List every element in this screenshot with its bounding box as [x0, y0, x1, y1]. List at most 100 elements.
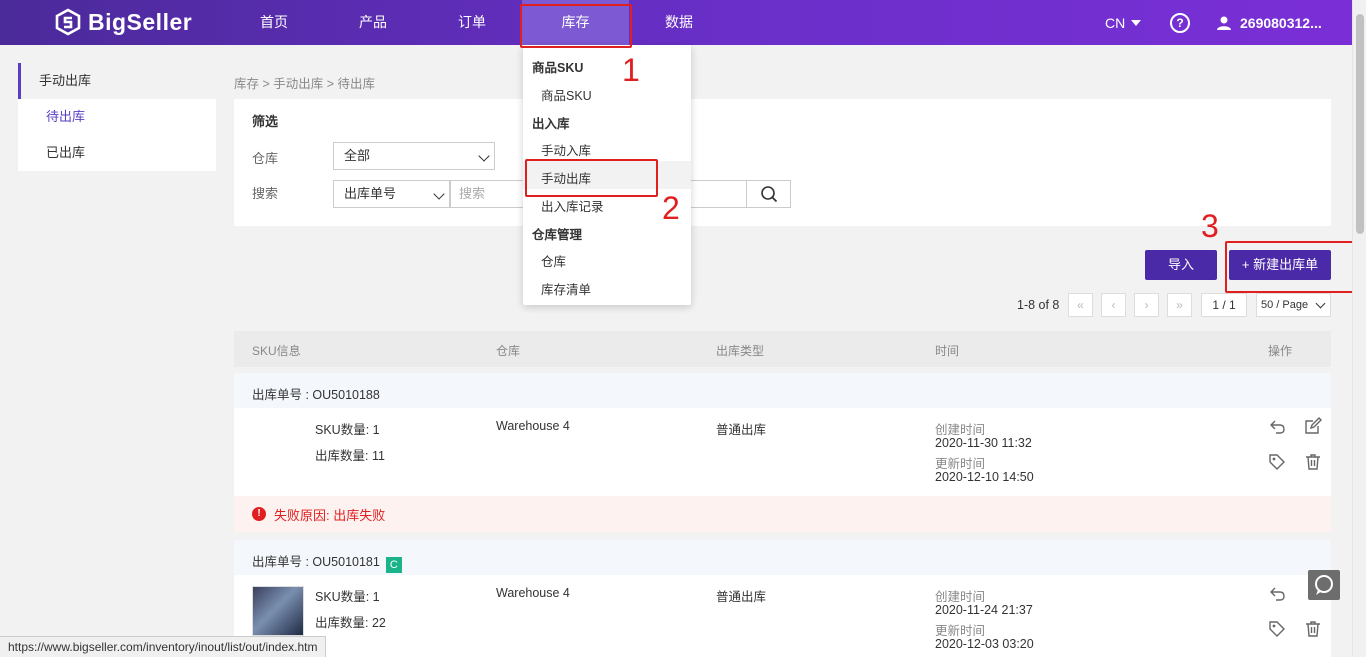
username: 269080312...	[1240, 14, 1322, 31]
product-thumbnail[interactable]	[252, 586, 304, 636]
sidebar: 手动出库 待出库 已出库	[18, 63, 216, 171]
page-size-select[interactable]: 50 / Page	[1256, 293, 1331, 317]
search-placeholder: 搜索	[459, 186, 486, 201]
chevron-down-icon	[433, 188, 445, 200]
return-icon[interactable]	[1267, 584, 1287, 604]
menu-item-product-sku[interactable]: 商品SKU	[541, 85, 592, 104]
order-header: 出库单号 : OU5010188	[234, 373, 1331, 408]
nav-data[interactable]: 数据	[645, 0, 713, 45]
nav-home[interactable]: 首页	[240, 0, 308, 45]
outbound-quantity: 出库数量: 22	[315, 616, 386, 630]
warehouse-select[interactable]: 全部	[333, 142, 495, 170]
sidebar-header[interactable]: 手动出库	[18, 63, 216, 99]
menu-group-inout: 出入库	[532, 117, 570, 131]
order-number-wrap: 出库单号 : OU5010181 C	[252, 551, 402, 573]
nav-orders[interactable]: 订单	[438, 0, 506, 45]
browser-status-url: https://www.bigseller.com/inventory/inou…	[0, 636, 327, 657]
search-label: 搜索	[252, 186, 279, 201]
annotation-box-1	[520, 4, 632, 48]
table-row: SKU数量: 1 出库数量: 11 Warehouse 4 普通出库 创建时间 …	[234, 408, 1331, 496]
column-sku-info: SKU信息	[252, 344, 301, 358]
table-row: SKU数量: 1 出库数量: 22 Warehouse 4 普通出库 创建时间 …	[234, 575, 1331, 657]
help-icon: ?	[1170, 12, 1190, 33]
warehouse-name: Warehouse 4	[496, 586, 570, 600]
user-icon	[1217, 16, 1231, 30]
logo-icon	[55, 8, 81, 36]
outbound-quantity: 出库数量: 11	[315, 449, 385, 463]
warehouse-select-value: 全部	[344, 148, 371, 163]
first-page-button[interactable]: «	[1068, 293, 1093, 317]
chat-icon	[1315, 575, 1333, 595]
prev-page-button[interactable]: ‹	[1101, 293, 1126, 317]
sku-quantity: SKU数量: 1	[315, 590, 380, 604]
pagination-range: 1-8 of 8	[1017, 298, 1060, 312]
order-number: 出库单号 : OU5010181	[252, 555, 380, 569]
annotation-box-2	[525, 159, 658, 197]
chevron-down-icon	[478, 150, 490, 162]
annotation-box-3	[1225, 241, 1356, 293]
failure-reason: 失败原因: 出库失败	[274, 508, 386, 523]
table-header: SKU信息 仓库 出库类型 时间 操作	[234, 331, 1331, 367]
outbound-type: 普通出库	[716, 590, 767, 604]
created-time: 2020-11-30 11:32	[935, 436, 1032, 450]
column-actions: 操作	[1268, 344, 1293, 358]
search-button[interactable]	[746, 180, 791, 208]
warehouse-name: Warehouse 4	[496, 419, 570, 433]
menu-item-warehouse[interactable]: 仓库	[541, 251, 566, 270]
scrollbar-thumb[interactable]	[1356, 14, 1364, 234]
search-type-value: 出库单号	[344, 186, 397, 201]
language-label: CN	[1105, 14, 1126, 31]
outbound-type: 普通出库	[716, 423, 767, 437]
menu-item-manual-inbound[interactable]: 手动入库	[541, 140, 591, 159]
column-time: 时间	[935, 344, 960, 358]
page-input[interactable]: 1 / 1	[1201, 293, 1247, 317]
filter-title: 筛选	[252, 114, 279, 129]
edit-icon[interactable]	[1303, 416, 1323, 436]
menu-item-inventory-list[interactable]: 库存清单	[541, 279, 591, 298]
filter-panel: 筛选 仓库 全部 搜索 出库单号 搜索	[234, 99, 1331, 226]
nav-products[interactable]: 产品	[339, 0, 407, 45]
tag-icon[interactable]	[1267, 452, 1287, 472]
order-header: 出库单号 : OU5010181 C	[234, 540, 1331, 575]
sidebar-item-shipped[interactable]: 已出库	[18, 135, 216, 171]
help-button[interactable]: ?	[1170, 0, 1190, 45]
page-scrollbar[interactable]	[1352, 0, 1366, 657]
chevron-down-icon	[1315, 298, 1326, 309]
last-page-button[interactable]: »	[1167, 293, 1192, 317]
sku-quantity: SKU数量: 1	[315, 423, 380, 437]
menu-item-inout-records[interactable]: 出入库记录	[541, 196, 604, 215]
search-type-select[interactable]: 出库单号	[333, 180, 450, 208]
user-menu[interactable]: 269080312...	[1216, 0, 1322, 45]
return-icon[interactable]	[1267, 417, 1287, 437]
menu-group-warehouse-mgmt: 仓库管理	[532, 228, 583, 242]
status-badge: C	[385, 557, 402, 573]
failure-message: ! 失败原因: 出库失败	[234, 496, 1331, 532]
annotation-number-1: 1	[622, 52, 640, 88]
delete-icon[interactable]	[1303, 452, 1323, 472]
sidebar-item-pending[interactable]: 待出库	[18, 99, 216, 135]
next-page-button[interactable]: ›	[1134, 293, 1159, 317]
updated-time: 2020-12-03 03:20	[935, 637, 1034, 651]
error-icon: !	[252, 507, 266, 521]
breadcrumb: 库存 > 手动出库 > 待出库	[234, 77, 375, 91]
page-size-value: 50 / Page	[1261, 299, 1309, 311]
brand-name: BigSeller	[88, 8, 193, 35]
column-warehouse: 仓库	[496, 344, 521, 358]
created-time: 2020-11-24 21:37	[935, 603, 1033, 617]
warehouse-label: 仓库	[252, 151, 279, 166]
bigseller-logo[interactable]: BigSeller	[54, 8, 192, 36]
menu-group-sku: 商品SKU	[532, 61, 584, 75]
caret-down-icon	[1131, 19, 1142, 26]
search-icon	[761, 186, 778, 203]
customer-service-button[interactable]	[1308, 570, 1340, 600]
annotation-number-3: 3	[1201, 208, 1219, 244]
top-navigation-bar: BigSeller 首页 产品 订单 库存 数据 CN ? 269080312.…	[0, 0, 1352, 45]
annotation-number-2: 2	[662, 190, 680, 226]
order-number: 出库单号 : OU5010188	[252, 388, 380, 402]
import-button[interactable]: 导入	[1145, 250, 1217, 280]
tag-icon[interactable]	[1267, 619, 1287, 639]
column-outbound-type: 出库类型	[716, 344, 765, 358]
language-selector[interactable]: CN	[1105, 0, 1142, 45]
delete-icon[interactable]	[1303, 619, 1323, 639]
updated-time: 2020-12-10 14:50	[935, 470, 1034, 484]
